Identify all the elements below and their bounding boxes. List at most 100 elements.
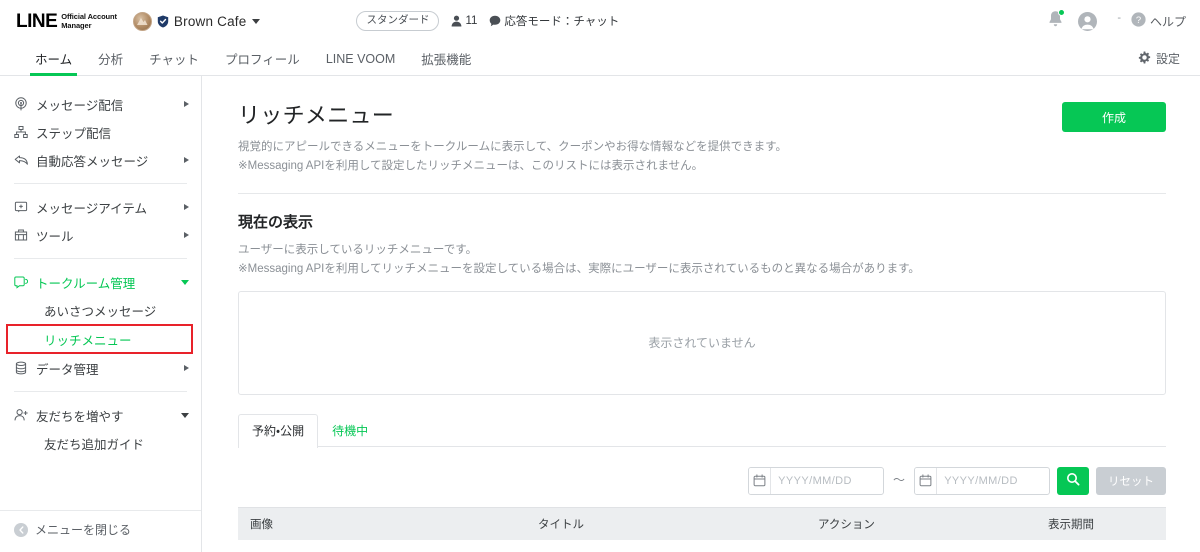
svg-text:?: ? [1136, 15, 1141, 26]
shield-badge-icon [157, 15, 169, 28]
sidebar: メッセージ配信 ステップ配信 [0, 76, 202, 552]
question-circle-icon: ? [1131, 12, 1146, 30]
logo-subtitle-line2: Manager [61, 21, 91, 30]
sidebar-item-tools-label: ツール [36, 226, 74, 245]
search-icon [1066, 472, 1080, 489]
sidebar-item-message-broadcast-label: メッセージ配信 [36, 95, 123, 114]
calendar-icon[interactable] [749, 468, 771, 494]
sidebar-item-data-management-label: データ管理 [36, 359, 99, 378]
sidebar-item-talkroom-management[interactable]: トークルーム管理 [0, 268, 201, 296]
sidebar-item-add-friend-guide[interactable]: 友だち追加ガイド [0, 429, 201, 457]
sidebar-divider-3 [14, 391, 187, 392]
page-header-text: リッチメニュー 視覚的にアピールできるメニューをトークルームに表示して、クーポン… [238, 98, 787, 176]
nav-tab-home[interactable]: ホーム [22, 42, 85, 75]
notifications-button[interactable] [1047, 10, 1064, 33]
tab-standby[interactable]: 待機中 [318, 414, 382, 447]
top-header: LINE Official Account Manager Brown Cafe [0, 0, 1200, 42]
date-filter-row: ～ [238, 467, 1166, 495]
column-header-image: 画像 [238, 516, 538, 532]
sidebar-item-greeting-message-label: あいさつメッセージ [44, 301, 156, 320]
chevron-down-icon [181, 280, 189, 285]
account-switcher[interactable]: Brown Cafe [133, 12, 261, 31]
toolbox-icon [14, 228, 34, 242]
nav-tab-extensions[interactable]: 拡張機能 [408, 42, 484, 75]
collapse-menu-button[interactable]: メニューを閉じる [0, 521, 201, 538]
sidebar-item-add-friend-guide-label: 友だち追加ガイド [44, 434, 144, 453]
response-mode-value: 応答モード：チャット [504, 13, 619, 29]
sidebar-item-rich-menu[interactable]: リッチメニュー [6, 324, 193, 354]
logo-line-text: LINE [16, 12, 57, 31]
page-description: 視覚的にアピールできるメニューをトークルームに表示して、クーポンやお得な情報など… [238, 138, 787, 176]
sidebar-item-grow-friends[interactable]: 友だちを増やす [0, 401, 201, 429]
notification-dot [1058, 9, 1065, 16]
sidebar-item-step-delivery-label: ステップ配信 [36, 123, 111, 142]
message-item-icon [14, 200, 34, 214]
date-to-field[interactable] [914, 467, 1050, 495]
column-header-action: アクション [818, 516, 1048, 532]
settings-button[interactable]: 設定 [1138, 42, 1186, 75]
nav-tab-chat-label: チャット [149, 49, 199, 68]
sidebar-item-greeting-message[interactable]: あいさつメッセージ [0, 296, 201, 324]
page-scrollbar[interactable] [1193, 76, 1200, 552]
chevron-down-icon [181, 413, 189, 418]
person-icon [451, 15, 462, 27]
collapse-menu-label: メニューを閉じる [35, 521, 131, 538]
page-header: リッチメニュー 視覚的にアピールできるメニューをトークルームに表示して、クーポン… [238, 98, 1166, 176]
chevron-right-icon [184, 204, 189, 210]
date-from-input[interactable] [771, 468, 883, 494]
date-to-input[interactable] [937, 468, 1049, 494]
body-wrapper: メッセージ配信 ステップ配信 [0, 76, 1200, 552]
nav-tab-profile[interactable]: プロフィール [212, 42, 313, 75]
calendar-icon[interactable] [915, 468, 937, 494]
sidebar-item-tools[interactable]: ツール [0, 221, 201, 249]
sidebar-item-step-delivery[interactable]: ステップ配信 [0, 118, 201, 146]
chevron-right-icon [184, 157, 189, 163]
sidebar-item-message-items[interactable]: メッセージアイテム [0, 193, 201, 221]
chevron-right-icon [184, 101, 189, 107]
nav-tab-line-voom-label: LINE VOOM [326, 52, 395, 66]
reset-button[interactable]: リセット [1096, 467, 1166, 495]
page-description-line2: ※Messaging APIを利用して設定したリッチメニューは、このリストには表… [238, 157, 787, 176]
nav-tab-analytics[interactable]: 分析 [85, 42, 136, 75]
user-circle-icon[interactable] [1078, 12, 1097, 31]
date-from-field[interactable] [748, 467, 884, 495]
gear-icon [1138, 51, 1151, 67]
sidebar-item-message-broadcast[interactable]: メッセージ配信 [0, 90, 201, 118]
page-description-line1: 視覚的にアピールできるメニューをトークルームに表示して、クーポンやお得な情報など… [238, 138, 787, 157]
tab-standby-label: 待機中 [332, 424, 368, 438]
current-display-section-description: ユーザーに表示しているリッチメニューです。 ※Messaging APIを利用し… [238, 241, 1166, 279]
sidebar-item-data-management[interactable]: データ管理 [0, 354, 201, 382]
rich-menu-subtabs: 予約・公開 待機中 [238, 414, 1166, 447]
column-header-title: タイトル [538, 516, 818, 532]
friend-count-status: 11 [451, 15, 477, 27]
plan-badge: スタンダード [356, 11, 439, 31]
chevron-right-icon [184, 365, 189, 371]
tab-scheduled-published[interactable]: 予約・公開 [238, 414, 318, 448]
date-range-separator: ～ [891, 471, 907, 490]
nav-tab-profile-label: プロフィール [225, 49, 300, 68]
sidebar-group-talkroom: トークルーム管理 あいさつメッセージ リッチメニュー [0, 264, 201, 386]
app-root: LINE Official Account Manager Brown Cafe [0, 0, 1200, 552]
current-display-empty-state: 表示されていません [238, 291, 1166, 395]
tab-scheduled-published-label: 予約・公開 [252, 424, 304, 438]
nav-tab-line-voom[interactable]: LINE VOOM [313, 42, 408, 75]
search-button[interactable] [1057, 467, 1089, 495]
app-logo[interactable]: LINE Official Account Manager [16, 12, 117, 31]
friend-count-value: 11 [465, 15, 477, 27]
sidebar-item-talkroom-management-label: トークルーム管理 [36, 273, 135, 292]
help-button[interactable]: ? ヘルプ [1131, 12, 1186, 30]
sidebar-divider-2 [14, 258, 187, 259]
main-nav: ホーム 分析 チャット プロフィール LINE VOOM 拡張機能 設定 [0, 42, 1200, 76]
nav-tab-chat[interactable]: チャット [136, 42, 212, 75]
broadcast-icon [14, 97, 34, 111]
settings-label: 設定 [1156, 50, 1180, 67]
step-flow-icon [14, 125, 34, 139]
section-divider [238, 193, 1166, 194]
chat-bubble-icon [489, 15, 501, 27]
nav-tab-extensions-label: 拡張機能 [421, 49, 471, 68]
sidebar-footer: メニューを閉じる [0, 510, 201, 552]
sidebar-item-auto-reply[interactable]: 自動応答メッセージ [0, 146, 201, 174]
create-button[interactable]: 作成 [1062, 102, 1166, 132]
help-label: ヘルプ [1150, 13, 1186, 30]
table-header-row: 画像 タイトル アクション 表示期間 [238, 507, 1166, 540]
